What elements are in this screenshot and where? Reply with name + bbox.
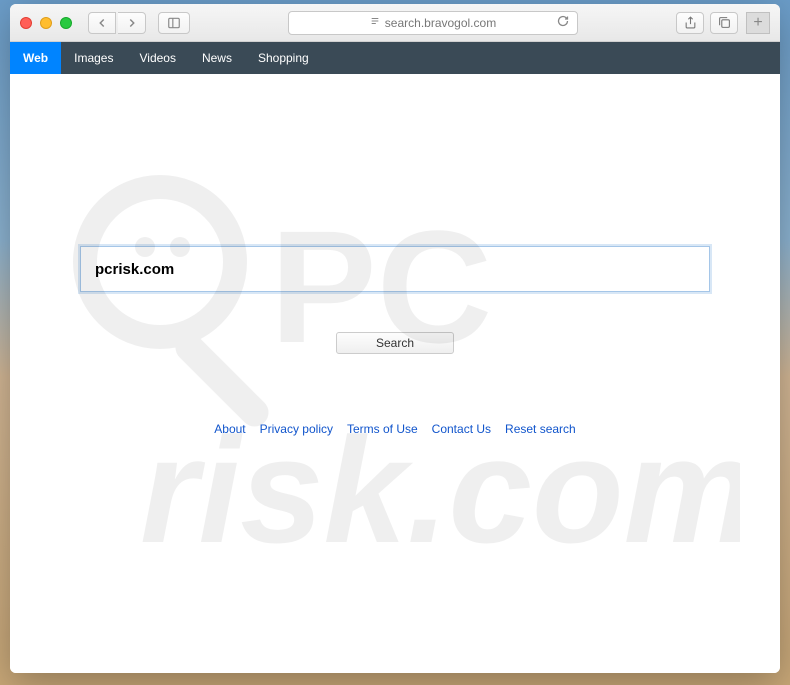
toolbar-right: + <box>676 12 770 34</box>
search-area: Search About Privacy policy Terms of Use… <box>10 74 780 436</box>
tab-label: Videos <box>139 51 175 65</box>
footer-link-about[interactable]: About <box>214 422 245 436</box>
search-input[interactable] <box>80 246 710 292</box>
back-button[interactable] <box>88 12 116 34</box>
tab-web[interactable]: Web <box>10 42 61 74</box>
tab-news[interactable]: News <box>189 42 245 74</box>
title-bar: search.bravogol.com + <box>10 4 780 42</box>
tabs-button[interactable] <box>710 12 738 34</box>
tab-label: Images <box>74 51 113 65</box>
new-tab-button[interactable]: + <box>746 12 770 34</box>
window-controls <box>20 17 72 29</box>
tab-label: News <box>202 51 232 65</box>
forward-button[interactable] <box>118 12 146 34</box>
share-button[interactable] <box>676 12 704 34</box>
url-text: search.bravogol.com <box>385 16 496 30</box>
tab-label: Shopping <box>258 51 309 65</box>
minimize-window-button[interactable] <box>40 17 52 29</box>
page-content: Web Images Videos News Shopping Search A… <box>10 42 780 673</box>
tab-shopping[interactable]: Shopping <box>245 42 322 74</box>
footer-link-contact[interactable]: Contact Us <box>432 422 491 436</box>
close-window-button[interactable] <box>20 17 32 29</box>
reader-icon <box>370 16 380 29</box>
tab-images[interactable]: Images <box>61 42 126 74</box>
footer-link-privacy[interactable]: Privacy policy <box>260 422 333 436</box>
browser-window: search.bravogol.com + Web Images Videos … <box>10 4 780 673</box>
tab-label: Web <box>23 51 48 65</box>
category-tabs: Web Images Videos News Shopping <box>10 42 780 74</box>
tab-videos[interactable]: Videos <box>126 42 188 74</box>
footer-links: About Privacy policy Terms of Use Contac… <box>214 422 575 436</box>
reload-button[interactable] <box>557 15 569 30</box>
maximize-window-button[interactable] <box>60 17 72 29</box>
footer-link-reset[interactable]: Reset search <box>505 422 576 436</box>
footer-link-terms[interactable]: Terms of Use <box>347 422 418 436</box>
url-bar[interactable]: search.bravogol.com <box>288 11 578 35</box>
sidebar-toggle-button[interactable] <box>158 12 190 34</box>
nav-back-forward <box>88 12 146 34</box>
search-button[interactable]: Search <box>336 332 454 354</box>
